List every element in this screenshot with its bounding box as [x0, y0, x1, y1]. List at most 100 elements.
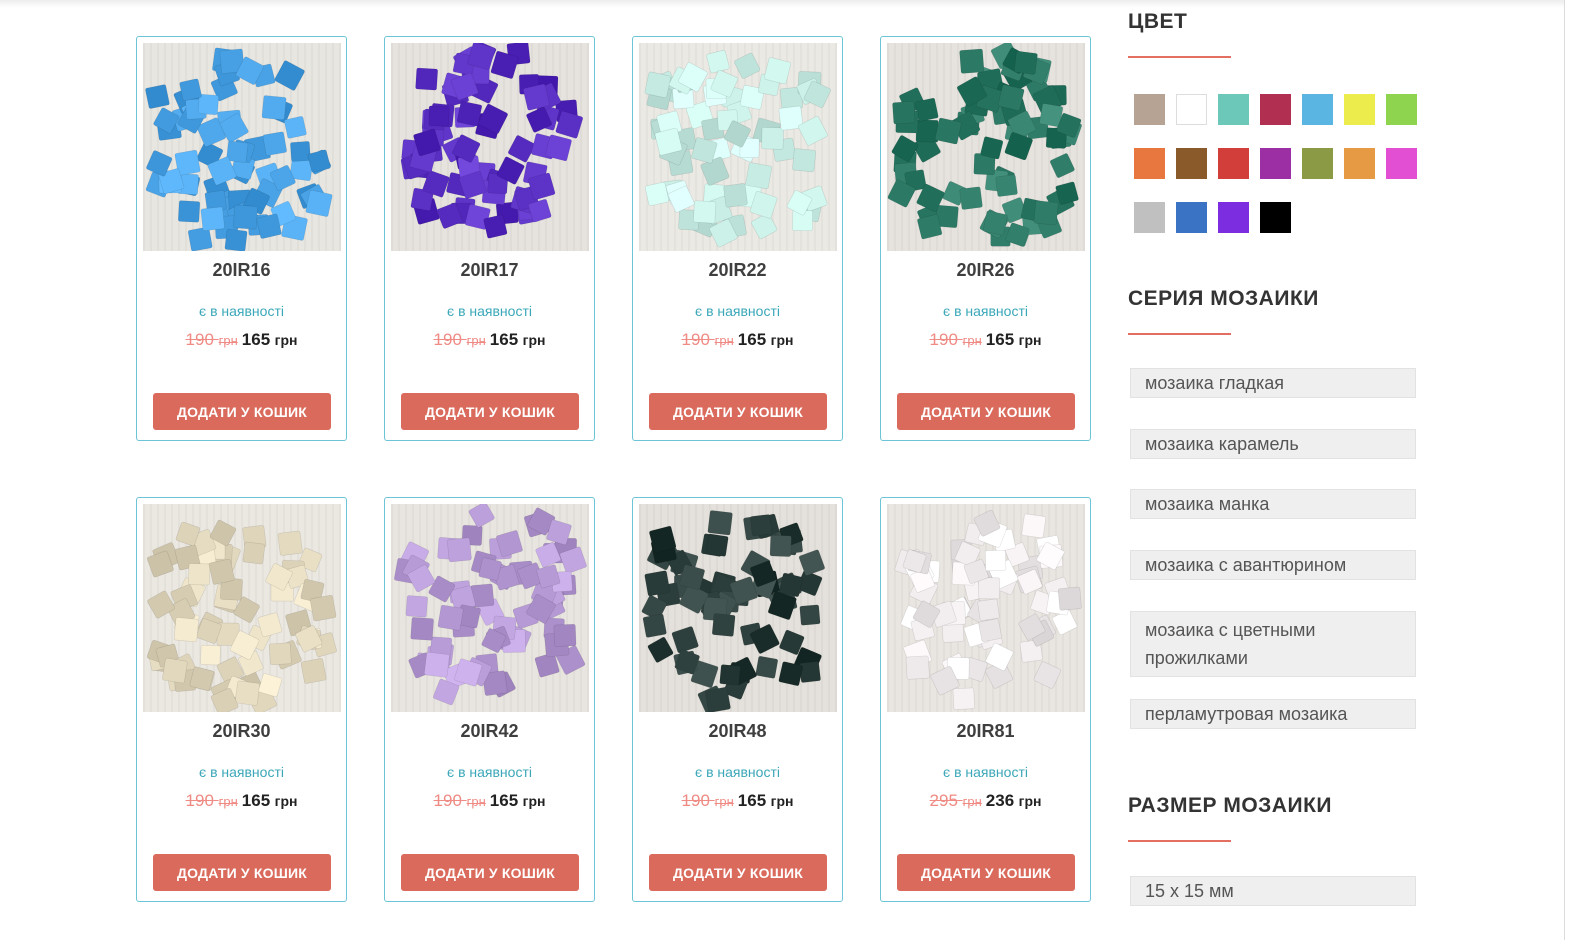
color-swatch[interactable] — [1260, 94, 1291, 125]
product-name[interactable]: 20IR16 — [137, 260, 346, 281]
mosaic-tile — [234, 680, 261, 706]
stock-status: є в наявності — [199, 303, 284, 319]
product-image[interactable] — [639, 504, 837, 712]
mosaic-tiles — [146, 519, 337, 712]
add-to-cart-button[interactable]: ДОДАТИ У КОШИК — [401, 393, 579, 430]
color-swatch[interactable] — [1176, 202, 1207, 233]
mosaic-tile — [310, 594, 337, 622]
mosaic-tile — [424, 651, 450, 678]
color-swatch[interactable] — [1386, 148, 1417, 179]
add-to-cart-button[interactable]: ДОДАТИ У КОШИК — [153, 393, 331, 430]
mosaic-tiles — [394, 504, 587, 706]
add-to-cart-button[interactable]: ДОДАТИ У КОШИК — [153, 854, 331, 891]
price-block: 190 грн 165 грн — [881, 330, 1090, 350]
color-swatch[interactable] — [1302, 94, 1333, 125]
old-price-value: 190 — [681, 330, 710, 349]
mosaic-tile — [261, 95, 287, 121]
mosaic-tile — [1049, 153, 1075, 178]
color-swatch[interactable] — [1176, 94, 1207, 125]
product-name[interactable]: 20IR81 — [881, 721, 1090, 742]
product-name[interactable]: 20IR42 — [385, 721, 594, 742]
color-swatch[interactable] — [1218, 202, 1249, 233]
old-price-currency: грн — [714, 794, 734, 809]
old-price-currency: грн — [962, 794, 982, 809]
mosaic-tile — [405, 595, 428, 618]
add-to-cart-button[interactable]: ДОДАТИ У КОШИК — [897, 393, 1075, 430]
old-price: 190 грн — [434, 330, 486, 349]
color-swatch[interactable] — [1302, 148, 1333, 179]
product-card[interactable]: 20IR16 є в наявності 190 грн 165 грн ДОДА… — [136, 36, 347, 441]
series-option[interactable]: мозаика карамель — [1130, 429, 1416, 459]
product-name[interactable]: 20IR22 — [633, 260, 842, 281]
product-name[interactable]: 20IR30 — [137, 721, 346, 742]
color-swatch[interactable] — [1218, 148, 1249, 179]
mosaic-tiles — [400, 43, 584, 239]
product-card[interactable]: 20IR48 є в наявності 190 грн 165 грн ДОДА… — [632, 497, 843, 902]
mosaic-tile — [644, 181, 669, 206]
mosaic-tile — [290, 141, 311, 162]
mosaic-tile — [200, 206, 225, 231]
color-swatch[interactable] — [1134, 148, 1165, 179]
color-swatch[interactable] — [1176, 148, 1207, 179]
mosaic-tile — [468, 504, 495, 528]
product-card[interactable]: 20IR81 є в наявності 295 грн 236 грн ДОДА… — [880, 497, 1091, 902]
mosaic-tile — [707, 510, 733, 536]
product-card[interactable]: 20IR42 є в наявності 190 грн 165 грн ДОДА… — [384, 497, 595, 902]
series-option[interactable]: мозаика гладкая — [1130, 368, 1416, 398]
new-price-currency: грн — [770, 793, 794, 809]
product-name[interactable]: 20IR48 — [633, 721, 842, 742]
mosaic-tile — [642, 613, 667, 638]
series-option[interactable]: перламутровая мозаика — [1130, 699, 1416, 729]
product-card[interactable]: 20IR26 є в наявності 190 грн 165 грн ДОДА… — [880, 36, 1091, 441]
add-to-cart-button[interactable]: ДОДАТИ У КОШИК — [897, 854, 1075, 891]
mosaic-tile — [693, 200, 717, 224]
mosaic-tile — [305, 189, 333, 217]
series-filter-title: СЕРИЯ МОЗАИКИ — [1128, 287, 1319, 310]
add-to-cart-button[interactable]: ДОДАТИ У КОШИК — [649, 393, 827, 430]
mosaic-tile — [162, 657, 188, 684]
mosaic-tile — [750, 514, 772, 537]
product-card[interactable]: 20IR30 є в наявності 190 грн 165 грн ДОДА… — [136, 497, 347, 902]
stock-status: є в наявності — [695, 303, 780, 319]
color-swatch[interactable] — [1260, 202, 1291, 233]
series-option[interactable]: мозаика с цветными прожилками — [1130, 611, 1416, 677]
price-block: 190 грн 165 грн — [385, 791, 594, 811]
color-swatch[interactable] — [1134, 94, 1165, 125]
add-to-cart-button[interactable]: ДОДАТИ У КОШИК — [401, 854, 579, 891]
product-card[interactable]: 20IR22 є в наявності 190 грн 165 грн ДОДА… — [632, 36, 843, 441]
mosaic-tile — [769, 534, 792, 557]
color-swatch[interactable] — [1344, 94, 1375, 125]
mosaic-tile — [734, 52, 761, 79]
product-image[interactable] — [143, 43, 341, 251]
product-image[interactable] — [391, 43, 589, 251]
product-image[interactable] — [143, 504, 341, 712]
mosaic-tiles — [887, 43, 1082, 247]
product-image[interactable] — [639, 43, 837, 251]
product-grid: 20IR16 є в наявності 190 грн 165 грн ДОДА… — [136, 36, 1091, 902]
product-name[interactable]: 20IR17 — [385, 260, 594, 281]
color-swatch[interactable] — [1134, 202, 1165, 233]
size-option[interactable]: 15 x 15 мм — [1130, 876, 1416, 906]
color-swatch[interactable] — [1218, 94, 1249, 125]
mosaic-tile — [798, 549, 825, 576]
series-option[interactable]: мозаика с авантюрином — [1130, 550, 1416, 580]
new-price-currency: грн — [770, 332, 794, 348]
color-swatch[interactable] — [1386, 94, 1417, 125]
product-image[interactable] — [887, 43, 1085, 251]
product-name[interactable]: 20IR26 — [881, 260, 1090, 281]
new-price: 165 — [737, 791, 767, 810]
mosaic-tile — [647, 636, 674, 663]
old-price: 190 грн — [186, 330, 238, 349]
mosaic-tile — [799, 661, 821, 683]
mosaic-tile — [671, 626, 699, 654]
product-image[interactable] — [391, 504, 589, 712]
series-option[interactable]: мозаика манка — [1130, 489, 1416, 519]
scrollbar-edge — [1564, 0, 1565, 940]
product-image[interactable] — [887, 504, 1085, 712]
mosaic-tile — [761, 127, 784, 150]
add-to-cart-button[interactable]: ДОДАТИ У КОШИК — [649, 854, 827, 891]
product-card[interactable]: 20IR17 є в наявності 190 грн 165 грн ДОДА… — [384, 36, 595, 441]
mosaic-tile — [224, 228, 248, 251]
color-swatch[interactable] — [1344, 148, 1375, 179]
color-swatch[interactable] — [1260, 148, 1291, 179]
